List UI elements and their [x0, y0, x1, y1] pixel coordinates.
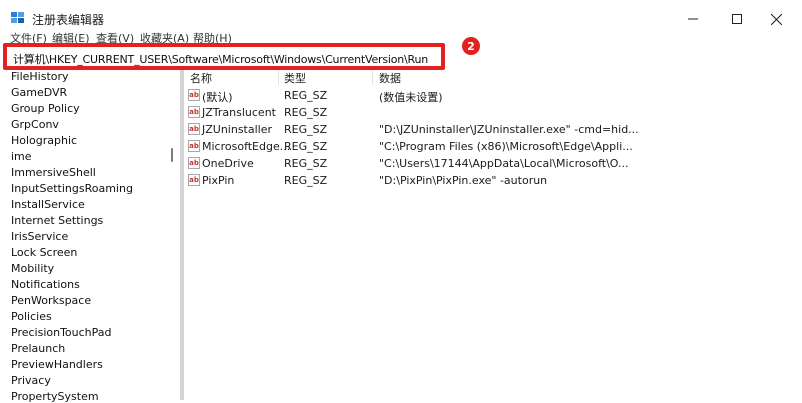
tree-item[interactable]: Privacy [11, 374, 51, 387]
value-row[interactable]: ab MicrosoftEdge... REG_SZ "C:\Program F… [186, 138, 802, 155]
column-header-name[interactable]: 名称 [190, 70, 212, 85]
tree-item[interactable]: Prelaunch [11, 342, 65, 355]
menu-help[interactable]: 帮助(H) [193, 30, 232, 44]
value-row[interactable]: ab OneDrive REG_SZ "C:\Users\17144\AppDa… [186, 155, 802, 172]
value-name: OneDrive [202, 157, 254, 170]
string-value-icon: ab [188, 89, 200, 101]
menu-favorites[interactable]: 收藏夹(A) [140, 30, 189, 44]
regedit-icon [11, 12, 24, 23]
tree-scrollbar[interactable] [170, 70, 180, 400]
value-name: JZUninstaller [202, 123, 273, 136]
tree-item[interactable]: PenWorkspace [11, 294, 91, 307]
minimize-icon [688, 18, 698, 20]
window-title: 注册表编辑器 [32, 13, 105, 27]
value-name: JZTranslucent [202, 106, 276, 119]
value-type: REG_SZ [284, 140, 328, 153]
tree-item[interactable]: InputSettingsRoaming [11, 182, 133, 195]
value-data: "D:\PixPin\PixPin.exe" -autorun [379, 174, 548, 187]
tree-item[interactable]: Lock Screen [11, 246, 77, 259]
value-type: REG_SZ [284, 89, 328, 102]
menu-edit[interactable]: 编辑(E) [52, 30, 90, 44]
value-name: (默认) [202, 91, 233, 104]
menu-bar: 文件(F) 编辑(E) 查看(V) 收藏夹(A) 帮助(H) [0, 30, 460, 44]
value-data: "C:\Program Files (x86)\Microsoft\Edge\A… [379, 140, 633, 153]
tree-item[interactable]: ime [11, 150, 32, 163]
address-path[interactable]: 计算机\HKEY_CURRENT_USER\Software\Microsoft… [13, 51, 428, 67]
value-name: MicrosoftEdge... [202, 140, 291, 153]
column-divider[interactable] [372, 70, 373, 85]
close-button[interactable] [756, 6, 796, 32]
value-row[interactable]: ab (默认) REG_SZ (数值未设置) [186, 87, 802, 104]
value-data: "D:\JZUninstaller\JZUninstaller.exe" -cm… [379, 123, 639, 136]
value-data: (数值未设置) [379, 91, 443, 104]
value-row[interactable]: ab PixPin REG_SZ "D:\PixPin\PixPin.exe" … [186, 172, 802, 189]
string-value-icon: ab [188, 140, 200, 152]
tree-item[interactable]: InstallService [11, 198, 85, 211]
tree-item[interactable]: Mobility [11, 262, 54, 275]
string-value-icon: ab [188, 174, 200, 186]
tree-item[interactable]: Group Policy [11, 102, 80, 115]
tree-item[interactable]: GrpConv [11, 118, 59, 131]
tree-item[interactable]: Policies [11, 310, 52, 323]
menu-file[interactable]: 文件(F) [10, 30, 47, 44]
column-divider[interactable] [278, 70, 279, 85]
tree-item[interactable]: Notifications [11, 278, 80, 291]
close-icon [770, 13, 782, 25]
minimize-button[interactable] [673, 6, 713, 32]
value-type: REG_SZ [284, 157, 328, 170]
value-row[interactable]: ab JZUninstaller REG_SZ "D:\JZUninstalle… [186, 121, 802, 138]
maximize-icon [732, 14, 742, 24]
tree-scroll-thumb[interactable] [171, 148, 173, 162]
value-data: "C:\Users\17144\AppData\Local\Microsoft\… [379, 157, 629, 170]
string-value-icon: ab [188, 157, 200, 169]
maximize-button[interactable] [717, 6, 757, 32]
tree-item[interactable]: IrisService [11, 230, 68, 243]
column-header-data[interactable]: 数据 [379, 70, 401, 85]
tree-item[interactable]: PropertySystem [11, 390, 99, 403]
tree-item[interactable]: PrecisionTouchPad [11, 326, 112, 339]
annotation-badge: 2 [462, 37, 480, 55]
tree-item[interactable]: PreviewHandlers [11, 358, 103, 371]
tree-item[interactable]: GameDVR [11, 86, 67, 99]
value-row[interactable]: ab JZTranslucent REG_SZ [186, 104, 802, 121]
value-type: REG_SZ [284, 123, 328, 136]
address-bar[interactable]: 计算机\HKEY_CURRENT_USER\Software\Microsoft… [3, 43, 445, 70]
value-type: REG_SZ [284, 106, 328, 119]
string-value-icon: ab [188, 106, 200, 118]
menu-view[interactable]: 查看(V) [96, 30, 134, 44]
column-header-type[interactable]: 类型 [284, 70, 306, 85]
key-tree: FileHistory GameDVR Group Policy GrpConv… [0, 70, 179, 403]
value-name: PixPin [202, 174, 235, 187]
tree-item[interactable]: FileHistory [11, 70, 69, 83]
tree-item[interactable]: Holographic [11, 134, 77, 147]
tree-item[interactable]: ImmersiveShell [11, 166, 96, 179]
value-type: REG_SZ [284, 174, 328, 187]
string-value-icon: ab [188, 123, 200, 135]
tree-item[interactable]: Internet Settings [11, 214, 103, 227]
